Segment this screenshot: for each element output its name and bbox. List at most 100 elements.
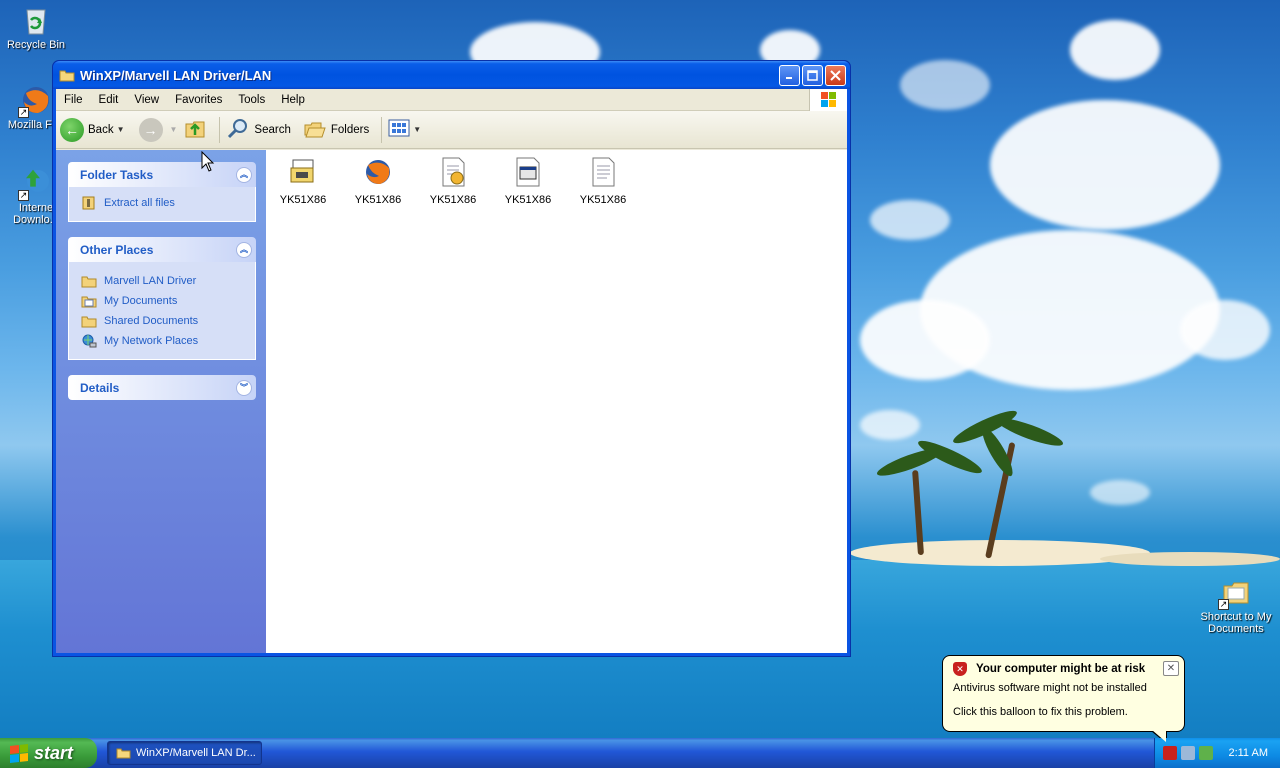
recycle-bin-icon — [20, 4, 52, 36]
back-button[interactable]: ← Back ▼ — [60, 117, 125, 142]
start-button[interactable]: start — [0, 738, 97, 768]
place-my-network-places[interactable]: My Network Places — [81, 331, 245, 351]
menu-tools[interactable]: Tools — [230, 94, 273, 106]
file-item[interactable]: YK51X86 — [566, 156, 640, 206]
security-alert-balloon[interactable]: ✕ Your computer might be at risk ✕ Antiv… — [942, 655, 1185, 744]
back-label: Back — [88, 123, 114, 136]
security-shield-icon: ✕ — [953, 662, 967, 676]
file-name: YK51X86 — [279, 194, 327, 206]
firefox-icon: ↗ — [18, 84, 52, 118]
folders-button[interactable]: Folders — [303, 116, 369, 143]
search-label: Search — [254, 123, 291, 136]
title-bar[interactable]: WinXP/Marvell LAN Driver/LAN — [53, 61, 850, 89]
file-list: YK51X86 YK51X86 YK51X86 YK51X86 YK51X86 — [266, 150, 847, 653]
desktop-icon-label: Recycle Bin — [6, 39, 66, 51]
minimize-icon — [785, 77, 792, 79]
place-my-documents[interactable]: My Documents — [81, 291, 245, 311]
taskbar-window-button[interactable]: WinXP/Marvell LAN Dr... — [107, 741, 262, 765]
application-window-icon — [512, 156, 544, 188]
views-button[interactable]: ▼ — [388, 118, 421, 141]
windows-flag-icon — [10, 743, 28, 763]
desktop-icon-label: Shortcut to My Documents — [1200, 611, 1272, 635]
forward-arrow-icon: → — [138, 117, 163, 142]
taskbar: start WinXP/Marvell LAN Dr... 2:11 AM — [0, 738, 1280, 768]
folders-icon — [303, 116, 327, 143]
task-pane: Folder Tasks ︽ Extract all files Other P… — [56, 150, 266, 653]
menu-view[interactable]: View — [126, 94, 167, 106]
details-header[interactable]: Details ︾ — [68, 375, 256, 400]
file-name: YK51X86 — [429, 194, 477, 206]
desktop-icon-recycle-bin[interactable]: Recycle Bin — [0, 4, 74, 51]
folder-icon — [81, 314, 97, 328]
menu-favorites[interactable]: Favorites — [167, 94, 230, 106]
toolbar-separator — [219, 116, 221, 143]
place-marvell-lan-driver[interactable]: Marvell LAN Driver — [81, 271, 245, 291]
maximize-button[interactable] — [802, 64, 823, 86]
explorer-body: Folder Tasks ︽ Extract all files Other P… — [56, 150, 847, 653]
window-title: WinXP/Marvell LAN Driver/LAN — [80, 67, 272, 83]
close-icon — [830, 69, 841, 81]
forward-button[interactable]: → ▼ — [138, 117, 178, 142]
place-label: My Documents — [104, 295, 178, 307]
up-folder-button[interactable] — [183, 116, 207, 143]
menu-help[interactable]: Help — [273, 94, 313, 106]
folder-tasks-panel: Folder Tasks ︽ Extract all files — [68, 162, 256, 222]
collapse-chevron-icon[interactable]: ︽ — [236, 241, 252, 258]
security-center-icon[interactable] — [1163, 746, 1177, 760]
file-name: YK51X86 — [354, 194, 402, 206]
views-icon — [388, 118, 410, 141]
toolbar-separator — [381, 116, 383, 143]
folder-shortcut-icon: ↗ — [1218, 576, 1252, 610]
balloon-action-text: Click this balloon to fix this problem. — [953, 706, 1128, 718]
desktop-icon-my-documents-shortcut[interactable]: ↗ Shortcut to My Documents — [1198, 576, 1274, 635]
expand-chevron-icon[interactable]: ︾ — [236, 379, 252, 396]
download-manager-icon[interactable] — [1199, 746, 1213, 760]
balloon-close-button[interactable]: ✕ — [1163, 661, 1179, 676]
forward-dropdown-icon[interactable]: ▼ — [170, 125, 178, 134]
other-places-body: Marvell LAN Driver My Documents Shared D… — [68, 262, 256, 360]
folder-icon — [116, 747, 131, 759]
clock[interactable]: 2:11 AM — [1228, 747, 1268, 759]
place-shared-documents[interactable]: Shared Documents — [81, 311, 245, 331]
search-button[interactable]: Search — [226, 116, 291, 143]
file-name: YK51X86 — [579, 194, 627, 206]
menu-file[interactable]: File — [56, 94, 91, 106]
other-places-title: Other Places — [80, 242, 154, 257]
task-label: Extract all files — [104, 197, 175, 209]
details-panel: Details ︾ — [68, 375, 256, 400]
details-title: Details — [80, 380, 120, 395]
file-item[interactable]: YK51X86 — [341, 156, 415, 206]
views-dropdown-icon[interactable]: ▼ — [413, 125, 421, 134]
window-client-area: File Edit View Favorites Tools Help ← Ba… — [56, 89, 847, 653]
folder-tasks-header[interactable]: Folder Tasks ︽ — [68, 162, 256, 187]
system-tray: 2:11 AM — [1154, 738, 1280, 768]
close-button[interactable] — [825, 64, 846, 86]
up-folder-icon — [183, 116, 207, 143]
place-label: My Network Places — [104, 335, 199, 347]
back-dropdown-icon[interactable]: ▼ — [117, 125, 125, 134]
collapse-chevron-icon[interactable]: ︽ — [236, 166, 252, 183]
network-icon[interactable] — [1181, 746, 1195, 760]
back-arrow-icon: ← — [60, 117, 84, 142]
my-documents-icon — [81, 294, 97, 308]
folder-icon — [81, 274, 97, 288]
toolbar: ← Back ▼ → ▼ Search Folders ▼ — [56, 111, 847, 149]
menu-edit[interactable]: Edit — [91, 94, 127, 106]
minimize-button[interactable] — [779, 64, 800, 86]
other-places-header[interactable]: Other Places ︽ — [68, 237, 256, 262]
text-document-icon — [587, 156, 619, 188]
file-item[interactable]: YK51X86 — [416, 156, 490, 206]
explorer-window[interactable]: WinXP/Marvell LAN Driver/LAN File Edit V… — [52, 60, 851, 657]
windows-logo-icon — [809, 89, 847, 111]
mouse-cursor-icon — [201, 150, 215, 176]
start-label: start — [34, 742, 74, 763]
task-extract-all-files[interactable]: Extract all files — [81, 193, 245, 213]
balloon-message: Antivirus software might not be installe… — [953, 682, 1147, 694]
other-places-panel: Other Places ︽ Marvell LAN Driver My Doc… — [68, 237, 256, 360]
file-item[interactable]: YK51X86 — [491, 156, 565, 206]
folders-label: Folders — [330, 123, 370, 136]
folder-tasks-title: Folder Tasks — [80, 167, 154, 182]
internet-download-manager-icon: ↗ — [18, 167, 52, 201]
file-item[interactable]: YK51X86 — [266, 156, 340, 206]
menu-bar: File Edit View Favorites Tools Help — [56, 89, 847, 111]
